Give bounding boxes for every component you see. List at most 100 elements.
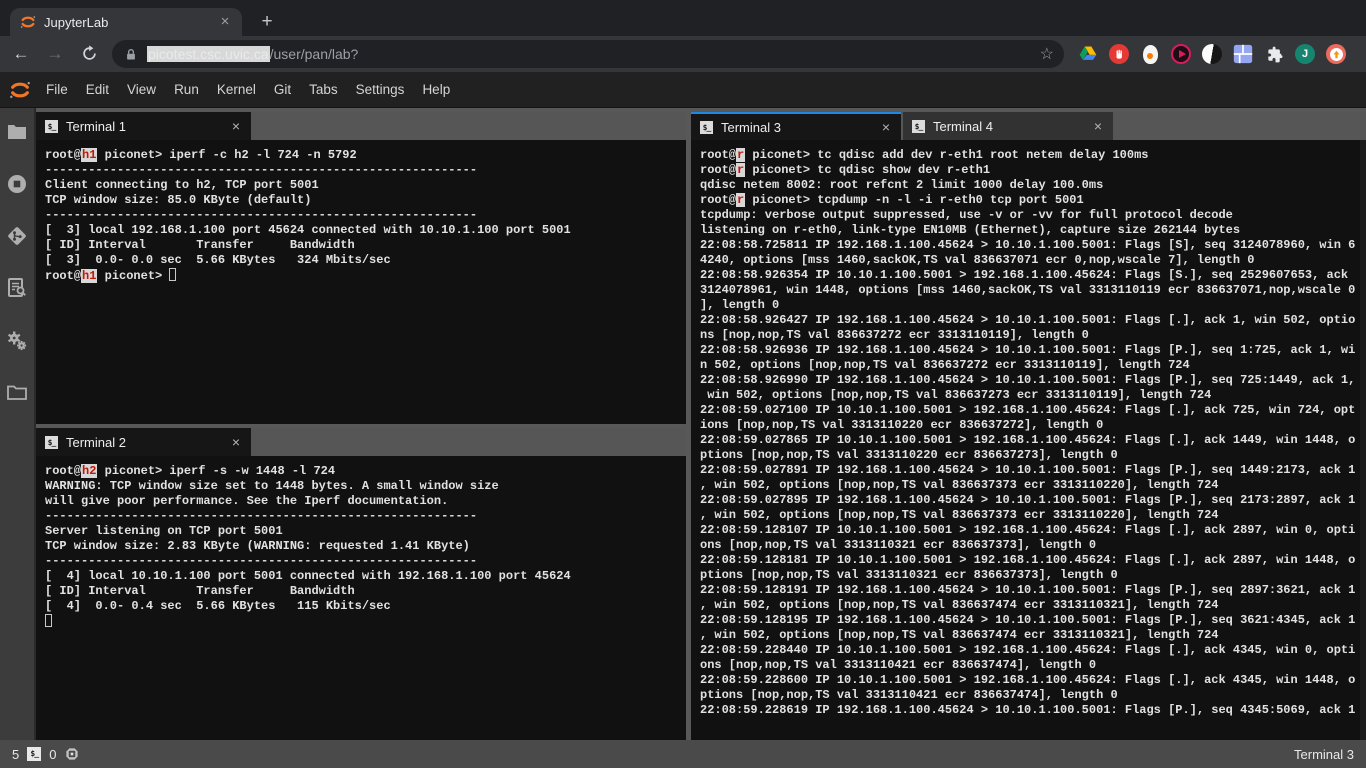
- terminal-line: 22:08:59.027865 IP 10.10.1.100.5001 > 19…: [700, 433, 1360, 448]
- tab-terminal-3-label: Terminal 3: [721, 120, 879, 135]
- profile-avatar[interactable]: J: [1295, 44, 1315, 64]
- file-browser-icon[interactable]: [5, 120, 29, 144]
- terminal-icon: $_: [27, 747, 41, 761]
- jupyterlab-menu-bar: FileEditViewRunKernelGitTabsSettingsHelp: [0, 72, 1366, 108]
- tab-terminal-4-label: Terminal 4: [933, 119, 1091, 134]
- egg-timer-icon[interactable]: [1140, 44, 1160, 64]
- workspace-folder-icon[interactable]: [5, 380, 29, 404]
- menu-run[interactable]: Run: [165, 77, 208, 102]
- terminal-icon: $_: [45, 436, 58, 449]
- terminal-line: root@h1 piconet>: [45, 268, 686, 284]
- running-sessions-icon[interactable]: [5, 172, 29, 196]
- menu-kernel[interactable]: Kernel: [208, 77, 265, 102]
- tab-terminal-3[interactable]: $_ Terminal 3 ×: [691, 112, 901, 140]
- terminal-line: 4240, options [mss 1460,sackOK,TS val 83…: [700, 253, 1360, 268]
- tab-grid-icon[interactable]: [1233, 44, 1253, 64]
- terminal-line: [ 4] 0.0- 0.4 sec 5.66 KBytes 115 Kbits/…: [45, 599, 686, 614]
- terminal-icon: $_: [912, 120, 925, 133]
- tab-terminal-3-close-icon[interactable]: ×: [879, 119, 893, 135]
- table-of-contents-icon[interactable]: [5, 276, 29, 300]
- terminal3-output[interactable]: root@r piconet> tc qdisc add dev r-eth1 …: [691, 140, 1366, 740]
- forward-icon[interactable]: →: [42, 41, 68, 67]
- menu-settings[interactable]: Settings: [347, 77, 414, 102]
- terminal-line: 22:08:58.725811 IP 192.168.1.100.45624 >…: [700, 238, 1360, 253]
- terminal-line: ons [nop,nop,TS val 3313110321 ecr 83663…: [700, 538, 1360, 553]
- terminal-line: [ 3] local 192.168.1.100 port 45624 conn…: [45, 223, 686, 238]
- terminal-line: [ ID] Interval Transfer Bandwidth: [45, 584, 686, 599]
- back-icon[interactable]: ←: [8, 41, 34, 67]
- terminal-line: 22:08:58.926936 IP 192.168.1.100.45624 >…: [700, 343, 1360, 358]
- tab-terminal-1[interactable]: $_ Terminal 1 ×: [36, 112, 251, 140]
- terminal-line: ----------------------------------------…: [45, 509, 686, 524]
- right-panel: $_ Terminal 3 × $_ Terminal 4 × root@r p…: [691, 112, 1366, 740]
- git-icon[interactable]: [5, 224, 29, 248]
- tab-terminal-2[interactable]: $_ Terminal 2 ×: [36, 428, 251, 456]
- terminal-line: will give poor performance. See the Iper…: [45, 494, 686, 509]
- terminal2-output[interactable]: root@h2 piconet> iperf -s -w 1448 -l 724…: [36, 456, 686, 740]
- tab-terminal-1-close-icon[interactable]: ×: [229, 118, 243, 134]
- terminal-line: ptions [nop,nop,TS val 3313110421 ecr 83…: [700, 688, 1360, 703]
- browser-tab-close-icon[interactable]: ×: [216, 13, 234, 31]
- browser-tab-title: JupyterLab: [44, 15, 216, 30]
- terminal-line: qdisc netem 8002: root refcnt 2 limit 10…: [700, 178, 1360, 193]
- reload-icon[interactable]: [76, 41, 102, 67]
- new-tab-button[interactable]: +: [254, 10, 280, 36]
- terminal-line: [45, 614, 686, 630]
- status-bar: 5 $_ 0 Terminal 3: [0, 740, 1366, 768]
- video-play-icon[interactable]: [1171, 44, 1191, 64]
- running-sessions-status[interactable]: 5 $_ 0: [12, 746, 80, 762]
- menu-tabs[interactable]: Tabs: [300, 77, 347, 102]
- terminal-line: root@r piconet> tc qdisc show dev r-eth1: [700, 163, 1360, 178]
- kernel-chip-icon: [64, 746, 80, 762]
- dark-mode-moon-icon[interactable]: [1202, 44, 1222, 64]
- terminal1-tabbar: $_ Terminal 1 ×: [36, 112, 686, 140]
- terminal1-output[interactable]: root@h1 piconet> iperf -c h2 -l 724 -n 5…: [36, 140, 686, 424]
- menu-bar-items: FileEditViewRunKernelGitTabsSettingsHelp: [37, 77, 459, 102]
- extensions-puzzle-icon[interactable]: [1264, 44, 1284, 64]
- terminal-line: ons [nop,nop,TS val 3313110421 ecr 83663…: [700, 658, 1360, 673]
- terminal-line: ptions [nop,nop,TS val 3313110321 ecr 83…: [700, 568, 1360, 583]
- url-path: /user/pan/lab?: [270, 46, 359, 62]
- lock-icon: [124, 47, 138, 62]
- menu-file[interactable]: File: [37, 77, 77, 102]
- tab-terminal-4-close-icon[interactable]: ×: [1091, 118, 1105, 134]
- share-up-arrow-icon[interactable]: [1326, 44, 1346, 64]
- activity-sidebar: [0, 108, 36, 740]
- terminal-line: 22:08:59.128107 IP 10.10.1.100.5001 > 19…: [700, 523, 1360, 538]
- terminal-line: TCP window size: 2.83 KByte (WARNING: re…: [45, 539, 686, 554]
- terminal-icon: $_: [700, 121, 713, 134]
- terminal-line: 22:08:59.228440 IP 10.10.1.100.5001 > 19…: [700, 643, 1360, 658]
- terminal-line: 22:08:59.128191 IP 192.168.1.100.45624 >…: [700, 583, 1360, 598]
- terminal-line: 22:08:58.926354 IP 10.10.1.100.5001 > 19…: [700, 268, 1360, 283]
- address-bar[interactable]: picotest.csc.uvic.ca/user/pan/lab? ☆: [112, 40, 1064, 68]
- terminal-line: [ 3] 0.0- 0.0 sec 5.66 KBytes 324 Mbits/…: [45, 253, 686, 268]
- menu-view[interactable]: View: [118, 77, 165, 102]
- browser-toolbar: ← → picotest.csc.uvic.ca/user/pan/lab? ☆: [0, 36, 1366, 72]
- terminal-count: 5: [12, 747, 19, 762]
- terminal-cursor: [45, 614, 52, 627]
- terminal-line: win 502, options [nop,nop,TS val 8366372…: [700, 388, 1360, 403]
- terminal-line: [ 4] local 10.10.1.100 port 5001 connect…: [45, 569, 686, 584]
- terminal-line: , win 502, options [nop,nop,TS val 83663…: [700, 478, 1360, 493]
- terminal-line: , win 502, options [nop,nop,TS val 83663…: [700, 508, 1360, 523]
- bookmark-star-icon[interactable]: ☆: [1040, 44, 1054, 64]
- tab-terminal-4[interactable]: $_ Terminal 4 ×: [903, 112, 1113, 140]
- terminal-line: ----------------------------------------…: [45, 554, 686, 569]
- menu-git[interactable]: Git: [265, 77, 300, 102]
- menu-help[interactable]: Help: [413, 77, 459, 102]
- jupyterlab-logo-icon: [9, 79, 31, 101]
- tab-terminal-2-close-icon[interactable]: ×: [229, 434, 243, 450]
- browser-tab-jupyterlab[interactable]: JupyterLab ×: [10, 8, 242, 36]
- kernel-count: 0: [49, 747, 56, 762]
- terminal-line: root@h1 piconet> iperf -c h2 -l 724 -n 5…: [45, 148, 686, 163]
- adblock-hand-icon[interactable]: [1109, 44, 1129, 64]
- terminal-line: root@h2 piconet> iperf -s -w 1448 -l 724: [45, 464, 686, 479]
- google-drive-icon[interactable]: [1078, 44, 1098, 64]
- menu-edit[interactable]: Edit: [77, 77, 118, 102]
- terminal-line: , win 502, options [nop,nop,TS val 83663…: [700, 628, 1360, 643]
- terminal-line: ptions [nop,nop,TS val 3313110220 ecr 83…: [700, 448, 1360, 463]
- browser-tab-strip: JupyterLab × +: [0, 0, 1366, 36]
- property-inspector-gears-icon[interactable]: [5, 328, 29, 352]
- terminal-line: [ ID] Interval Transfer Bandwidth: [45, 238, 686, 253]
- terminal-line: 22:08:59.027891 IP 192.168.1.100.45624 >…: [700, 463, 1360, 478]
